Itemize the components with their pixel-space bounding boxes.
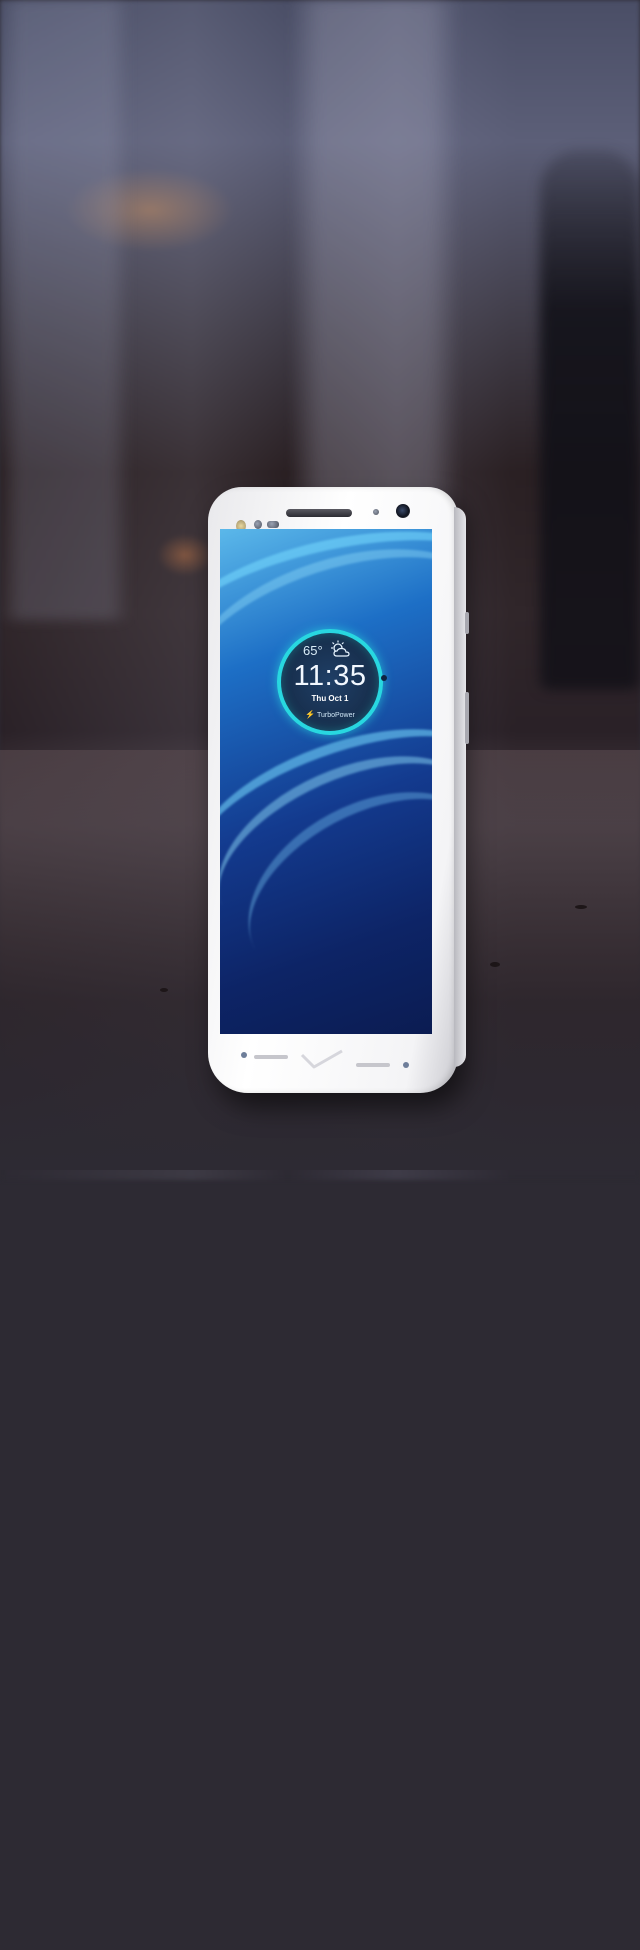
earpiece-speaker xyxy=(286,509,352,517)
product-scene: 65° 11:35 Thu Oct 1 ⚡ TurboPower xyxy=(0,0,640,1950)
partly-sunny-icon xyxy=(331,640,350,657)
clock-date: Thu Oct 1 xyxy=(311,694,349,703)
volume-button xyxy=(465,692,469,744)
bottom-left-speaker xyxy=(254,1055,288,1059)
ground-speck xyxy=(160,988,168,992)
bottom-right-dot xyxy=(403,1062,409,1068)
ground-speck xyxy=(490,962,500,967)
power-label: TurboPower xyxy=(316,712,355,719)
temperature-label: 65° xyxy=(303,643,323,658)
ground-speck xyxy=(575,905,587,909)
clock-time: 11:35 xyxy=(293,660,367,692)
phone-side-edge xyxy=(454,507,466,1067)
lightning-bolt-icon: ⚡ xyxy=(305,710,316,719)
sensor-slot xyxy=(267,521,279,528)
clock-widget[interactable]: 65° 11:35 Thu Oct 1 ⚡ TurboPower xyxy=(277,629,387,735)
carrier-logo-icon xyxy=(300,1049,343,1069)
smartphone: 65° 11:35 Thu Oct 1 ⚡ TurboPower xyxy=(208,487,469,1093)
turbopower-status: ⚡ TurboPower xyxy=(281,710,379,719)
background-person-silhouette xyxy=(540,150,640,690)
bottom-left-dot xyxy=(241,1052,247,1058)
clock-handle-dot xyxy=(381,675,387,681)
bottom-right-speaker xyxy=(356,1063,390,1067)
sensor-dot xyxy=(254,520,262,529)
front-camera-icon xyxy=(396,504,410,518)
power-button xyxy=(465,612,469,634)
phone-screen: 65° 11:35 Thu Oct 1 ⚡ TurboPower xyxy=(220,529,432,1034)
proximity-sensor xyxy=(373,509,379,515)
